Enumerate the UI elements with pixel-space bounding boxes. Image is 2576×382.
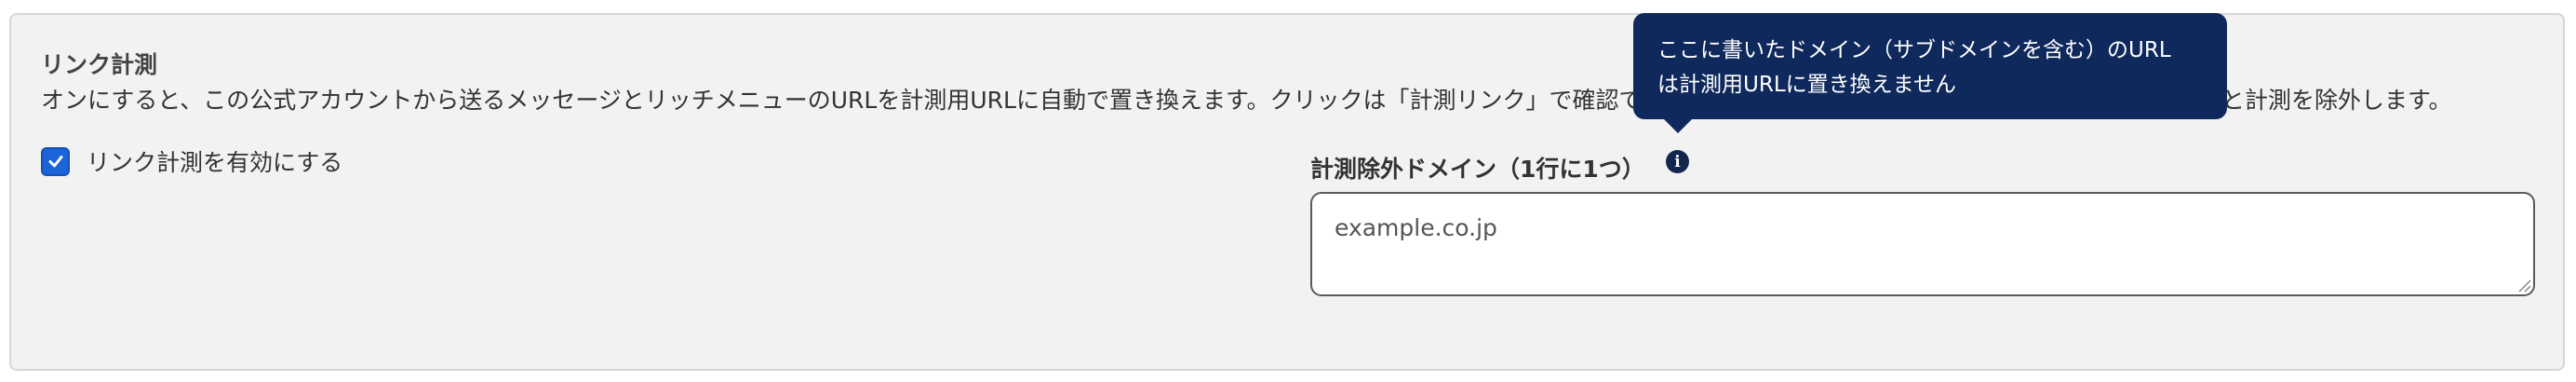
- excluded-domains-textarea[interactable]: [1310, 192, 2535, 296]
- excluded-domains-label: 計測除外ドメイン（1行に1つ）: [1310, 156, 1645, 183]
- enable-link-tracking-row[interactable]: リンク計測を有効にする: [41, 144, 342, 178]
- info-tooltip: ここに書いたドメイン（サブドメインを含む）のURL は計測用URLに置き換えませ…: [1633, 13, 2227, 119]
- resize-handle-icon[interactable]: [2516, 278, 2531, 293]
- check-icon: [48, 156, 62, 168]
- tooltip-line-2: は計測用URLに置き換えません: [1657, 73, 1956, 97]
- tooltip-line-1: ここに書いたドメイン（サブドメインを含む）のURL: [1657, 38, 2171, 62]
- tooltip-arrow: [1662, 117, 1694, 133]
- info-icon[interactable]: i: [1666, 150, 1689, 173]
- enable-link-tracking-label[interactable]: リンク計測を有効にする: [87, 144, 342, 178]
- enable-link-tracking-checkbox[interactable]: [41, 146, 70, 176]
- section-title: リンク計測: [41, 51, 158, 78]
